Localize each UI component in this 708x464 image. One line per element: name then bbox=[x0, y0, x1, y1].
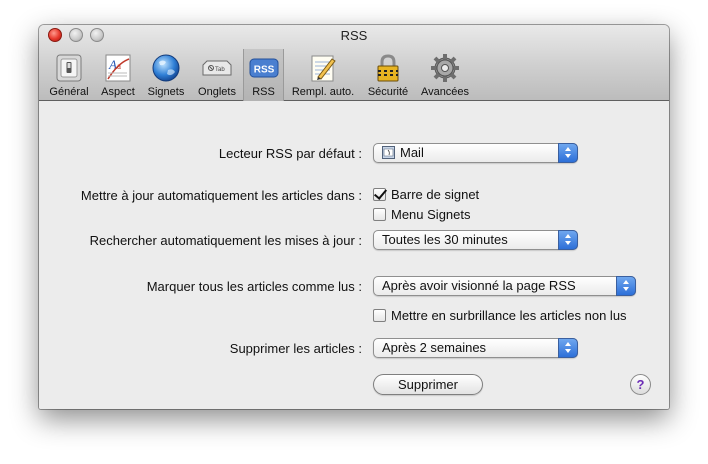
window-toolbar: RSS Général A a Aspect Signets Tab Ongle… bbox=[39, 25, 669, 101]
remove-articles-label: Supprimer les articles : bbox=[229, 341, 362, 356]
toolbar-item-signets[interactable]: Signets bbox=[142, 49, 190, 101]
default-reader-value: Mail bbox=[400, 145, 424, 160]
toolbar-item-securite[interactable]: Sécurité bbox=[362, 49, 414, 101]
window-title: RSS bbox=[340, 28, 368, 43]
remove-now-button[interactable]: Supprimer bbox=[373, 374, 483, 395]
toolbar-label-onglets: Onglets bbox=[198, 86, 236, 98]
lock-icon bbox=[377, 54, 399, 82]
toolbar-item-general[interactable]: Général bbox=[44, 49, 94, 101]
bookmarks-menu-checkbox[interactable]: Menu Signets bbox=[373, 207, 471, 222]
bookmarks-menu-label: Menu Signets bbox=[391, 207, 471, 222]
remove-articles-popup[interactable]: Après 2 semaines bbox=[373, 338, 578, 358]
svg-text:Tab: Tab bbox=[215, 67, 225, 73]
default-reader-popup[interactable]: Mail bbox=[373, 143, 578, 163]
toolbar-label-signets: Signets bbox=[147, 86, 185, 98]
rss-icon: RSS bbox=[249, 58, 278, 78]
preferences-window: RSS Général A a Aspect Signets Tab Ongle… bbox=[39, 25, 669, 409]
toolbar-label-general: Général bbox=[49, 86, 89, 98]
remove-articles-value: Après 2 semaines bbox=[382, 340, 487, 355]
bookmarks-bar-label: Barre de signet bbox=[391, 187, 480, 202]
check-updates-value: Toutes les 30 minutes bbox=[382, 232, 508, 247]
highlight-unread-label: Mettre en surbrillance les articles non … bbox=[391, 308, 627, 323]
popup-arrows-icon bbox=[616, 276, 636, 296]
checkbox-checked-icon[interactable] bbox=[373, 188, 386, 201]
gear-icon bbox=[431, 54, 459, 82]
toolbar-label-rss: RSS bbox=[252, 86, 275, 98]
checkbox-unchecked-icon[interactable] bbox=[373, 208, 386, 221]
bookmarks-bar-checkbox[interactable]: Barre de signet bbox=[373, 187, 479, 202]
general-switch-icon bbox=[56, 54, 82, 82]
auto-update-label: Mettre à jour automatiquement les articl… bbox=[80, 188, 362, 203]
default-reader-label: Lecteur RSS par défaut : bbox=[218, 146, 362, 161]
popup-arrows-icon bbox=[558, 338, 578, 358]
checkbox-unchecked-icon[interactable] bbox=[373, 309, 386, 322]
toolbar-item-avancees[interactable]: Avancées bbox=[415, 49, 475, 101]
toolbar-item-aspect[interactable]: A a Aspect bbox=[95, 49, 141, 101]
svg-text:RSS: RSS bbox=[253, 65, 274, 76]
check-updates-label: Rechercher automatiquement les mises à j… bbox=[89, 233, 362, 248]
popup-arrows-icon bbox=[558, 230, 578, 250]
help-button[interactable]: ? bbox=[630, 374, 651, 395]
toolbar-item-autofill[interactable]: Rempl. auto. bbox=[285, 49, 361, 101]
toolbar-label-aspect: Aspect bbox=[101, 86, 135, 98]
mark-read-label: Marquer tous les articles comme lus : bbox=[146, 279, 362, 294]
toolbar-label-autofill: Rempl. auto. bbox=[291, 86, 355, 98]
highlight-unread-checkbox[interactable]: Mettre en surbrillance les articles non … bbox=[373, 308, 627, 323]
mark-read-popup[interactable]: Après avoir visionné la page RSS bbox=[373, 276, 636, 296]
rss-preferences-pane: Lecteur RSS par défaut : Mail Mettre à j… bbox=[39, 102, 669, 409]
autofill-pencil-icon bbox=[311, 55, 336, 82]
toolbar-label-securite: Sécurité bbox=[367, 86, 409, 98]
toolbar-item-rss[interactable]: RSS RSS bbox=[243, 49, 284, 101]
aspect-font-icon: A a bbox=[105, 54, 131, 82]
mark-read-value: Après avoir visionné la page RSS bbox=[382, 278, 576, 293]
toolbar-item-onglets[interactable]: Tab Onglets bbox=[191, 49, 243, 101]
globe-icon bbox=[152, 54, 180, 82]
tab-icon: Tab bbox=[202, 60, 232, 76]
popup-arrows-icon bbox=[558, 143, 578, 163]
mail-app-icon bbox=[382, 146, 395, 159]
check-updates-popup[interactable]: Toutes les 30 minutes bbox=[373, 230, 578, 250]
toolbar-label-avancees: Avancées bbox=[420, 86, 470, 98]
